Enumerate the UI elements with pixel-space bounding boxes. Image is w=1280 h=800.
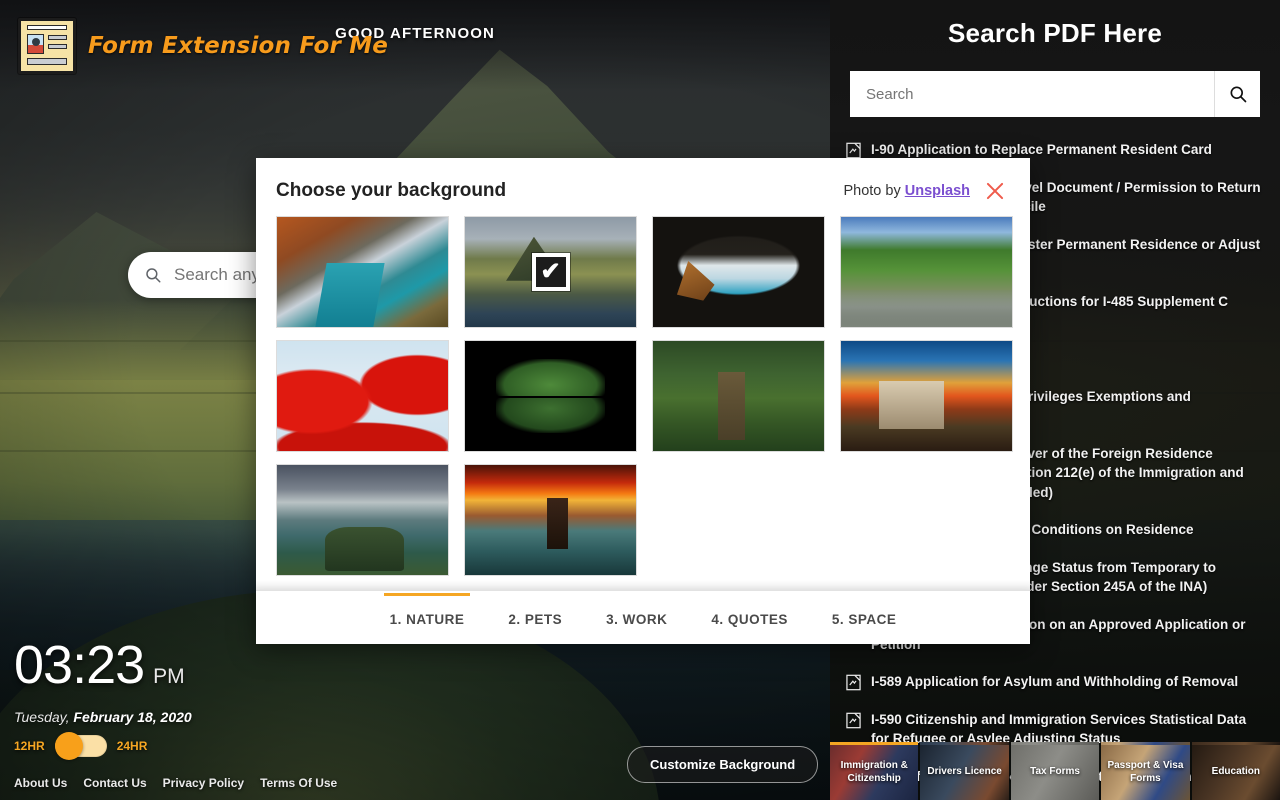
dialog-tab[interactable]: 4. QUOTES [705,593,794,641]
pdf-list-item[interactable]: I-589 Application for Asylum and Withhol… [844,663,1264,701]
pdf-search-button[interactable] [1214,71,1260,117]
sea-stacks-sunset-thumb [465,465,636,575]
category-tab[interactable]: Passport & Visa Forms [1101,742,1190,800]
time-format-toggle[interactable] [54,732,107,760]
time-format-toggle-row: 12HR 24HR [14,732,337,760]
search-icon [146,268,161,283]
neuschwanstein-castle-sunset-thumb [841,341,1012,451]
unsplash-link[interactable]: Unsplash [905,183,970,199]
clock-date: Tuesday, February 18, 2020 [14,709,337,725]
background-thumbnail[interactable] [276,216,449,328]
coastal-cliff-ruins-thumb [277,465,448,575]
brand-title: Form Extension For Me [88,33,389,59]
clock-full-date: February 18, 2020 [73,709,192,725]
footer-link-privacy-policy[interactable]: Privacy Policy [163,776,244,790]
category-tab[interactable]: Education [1191,742,1280,800]
category-tab-label: Immigration & Citizenship [840,760,908,784]
dialog-title: Choose your background [276,180,507,201]
footer-link-contact-us[interactable]: Contact Us [83,776,146,790]
pdf-list-item-label: I-589 Application for Asylum and Withhol… [871,674,1239,690]
clock-weekday: Tuesday, [14,709,70,725]
choose-background-dialog: Choose your background Photo by Unsplash… [256,158,1030,644]
pdf-search-bar[interactable] [850,71,1260,117]
pdf-file-icon [846,712,861,728]
dialog-category-tabs: 1. NATURE 2. PETS 3. WORK 4. QUOTES 5. SPACE [256,590,1030,644]
background-thumbnail[interactable] [652,340,825,452]
pdf-file-icon [846,674,861,691]
selected-check-icon: ✔ [531,253,570,291]
thumbnail-grid-area: ✔ [256,208,1030,590]
dialog-header: Choose your background Photo by Unsplash [256,158,1030,208]
photo-credit: Photo by Unsplash [843,183,970,199]
dialog-tab[interactable]: 3. WORK [600,593,673,641]
pdf-list-item-label: I-90 Application to Replace Permanent Re… [871,142,1212,157]
category-tab-label: Tax Forms [1030,766,1080,778]
lotus-leaves-black-thumb [465,341,636,451]
dialog-tab[interactable]: 2. PETS [502,593,568,641]
photo-credit-prefix: Photo by [843,183,901,199]
new-tab-page: Form Extension For Me GOOD AFTERNOON 03:… [0,0,1280,800]
background-thumbnail[interactable] [276,340,449,452]
ancient-oak-tree-thumb [653,341,824,451]
pdf-file-icon [846,142,861,159]
autumn-canyon-boardwalk-thumb [277,217,448,327]
category-tab-label: Passport & Visa Forms [1107,760,1184,784]
background-thumbnail[interactable]: ✔ [464,216,637,328]
clock-time: 03:23 [14,635,145,695]
sea-cave-boat-thumb [653,217,824,327]
green-forest-stream-thumb [841,217,1012,327]
category-tab[interactable]: Tax Forms [1010,742,1100,800]
search-icon [1230,86,1246,103]
category-tabs: Immigration & Citizenship Drivers Licence… [830,742,1280,800]
dialog-tab[interactable]: 5. SPACE [826,593,903,641]
footer-links: About Us Contact Us Privacy Policy Terms… [14,776,337,790]
brand[interactable]: Form Extension For Me [18,18,388,74]
format-12hr-label: 12HR [14,739,45,753]
thumbnail-grid: ✔ [270,216,1016,576]
background-thumbnail[interactable] [276,464,449,576]
clock-widget: 03:23 PM Tuesday, February 18, 2020 12HR… [14,638,337,790]
red-maple-leaves-thumb [277,341,448,451]
background-thumbnail[interactable] [840,216,1013,328]
background-thumbnail[interactable] [840,340,1013,452]
category-tab[interactable]: Immigration & Citizenship [830,742,919,800]
category-tab-label: Drivers Licence [927,766,1002,778]
footer-link-about-us[interactable]: About Us [14,776,67,790]
background-thumbnail[interactable] [464,340,637,452]
category-tab-label: Education [1211,766,1260,778]
category-tab[interactable]: Drivers Licence [920,742,1009,800]
dialog-tab[interactable]: 1. NATURE [383,592,471,641]
clock-ampm: PM [153,665,185,688]
footer-link-terms-of-use[interactable]: Terms Of Use [260,776,337,790]
pdf-search-input[interactable] [850,71,1214,117]
background-thumbnail[interactable] [652,216,825,328]
background-thumbnail[interactable] [464,464,637,576]
sidebar-title: Search PDF Here [948,18,1162,48]
id-card-icon [18,18,76,74]
format-24hr-label: 24HR [116,739,148,753]
customize-background-button[interactable]: Customize Background [627,746,819,783]
close-icon[interactable] [984,180,1006,202]
